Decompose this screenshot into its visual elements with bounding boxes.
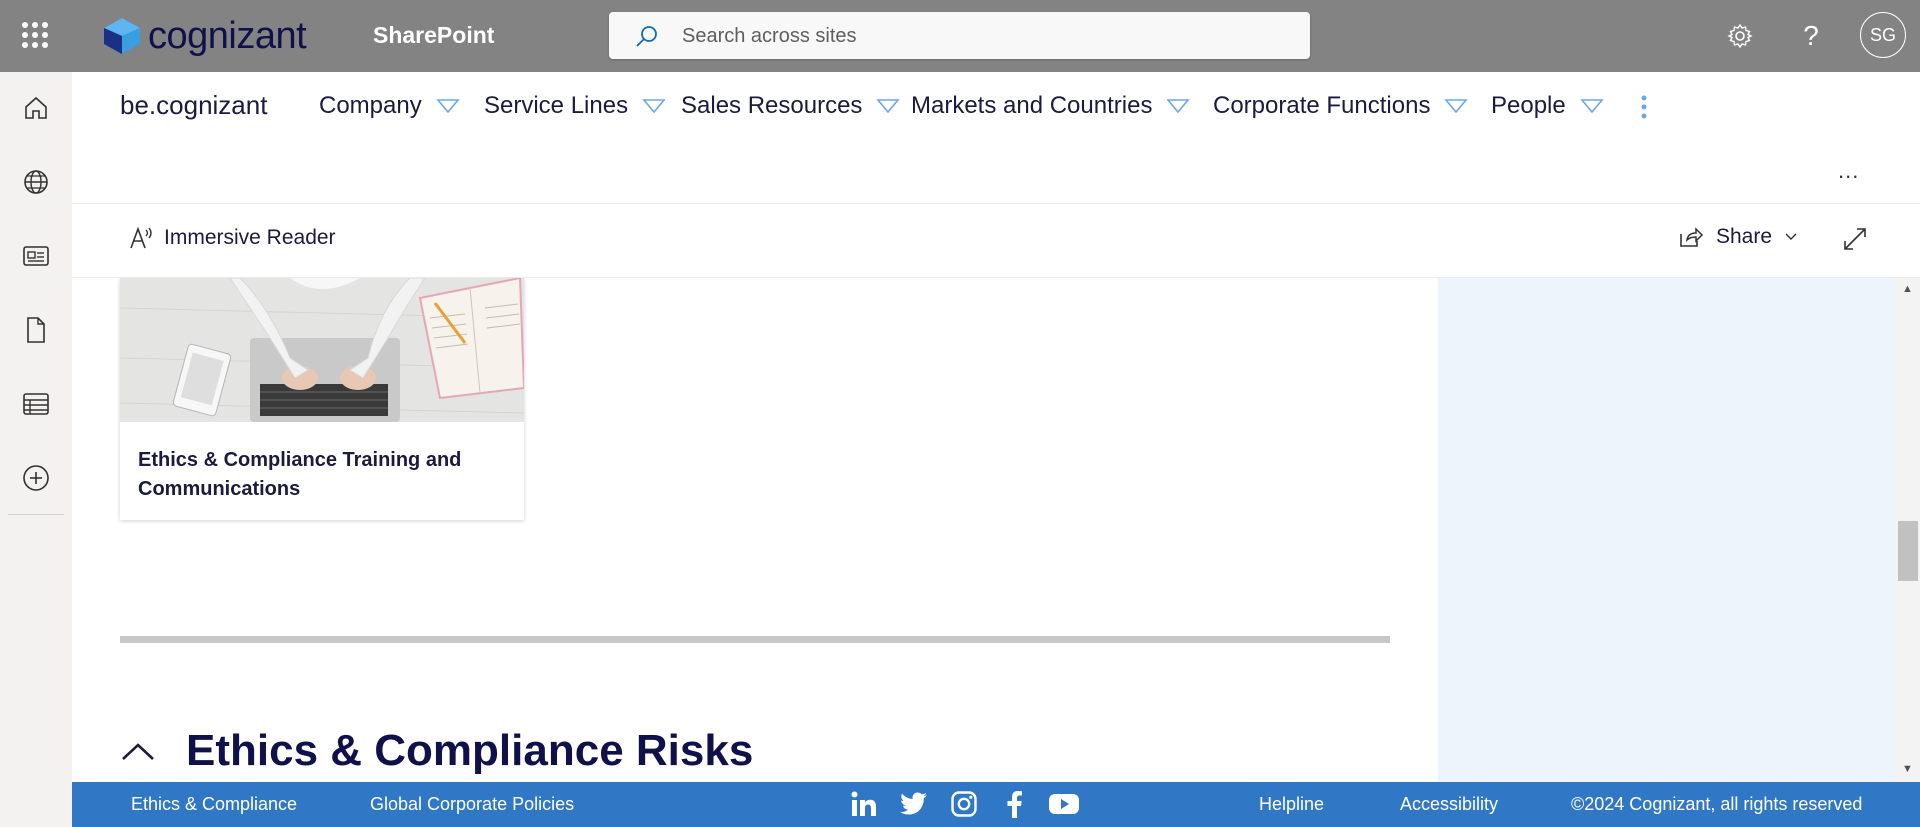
section-divider [120,636,1390,643]
page-canvas: Ethics & Compliance Training and Communi… [72,278,1438,782]
card-title[interactable]: Ethics & Compliance Training and Communi… [138,446,508,504]
more-actions-icon[interactable]: ... [1838,158,1859,184]
avatar[interactable]: SG [1860,12,1906,58]
search-icon [635,24,659,53]
linkedin-icon[interactable] [848,788,880,820]
more-vertical-icon[interactable] [1640,94,1648,125]
triangle-down-icon [1580,99,1604,114]
card-image [120,278,524,422]
app-launcher-icon[interactable] [22,22,48,48]
rail-divider [8,514,64,515]
gear-icon[interactable] [1724,20,1756,52]
cognizant-logo[interactable]: cognizant [100,14,307,58]
right-column [1438,278,1896,782]
file-icon[interactable] [20,314,52,346]
twitter-icon[interactable] [898,788,930,820]
app-title[interactable]: SharePoint [373,22,494,49]
triangle-down-icon [642,99,666,114]
instagram-icon[interactable] [948,788,980,820]
nav-company[interactable]: Company [319,92,460,120]
section-header: Ethics & Compliance Risks [120,726,753,776]
triangle-down-icon [876,99,901,114]
nav-label: Markets and Countries [911,92,1153,119]
nav-label: Corporate Functions [1213,92,1431,119]
share-label: Share [1716,225,1773,248]
footer-link-global-policies[interactable]: Global Corporate Policies [370,794,574,815]
triangle-down-icon [436,99,460,114]
footer: Ethics & Compliance Global Corporate Pol… [72,782,1920,827]
triangle-down-icon [1166,99,1191,114]
site-title[interactable]: be.cognizant [120,90,267,121]
site-header: be.cognizant Company Service Lines Sales… [72,72,1920,204]
chevron-down-icon [1785,233,1797,240]
footer-link-helpline[interactable]: Helpline [1259,794,1324,815]
nav-label: Sales Resources [681,92,863,119]
list-icon[interactable] [20,388,52,420]
news-card[interactable]: Ethics & Compliance Training and Communi… [120,278,524,520]
footer-copyright: ©2024 Cognizant, all rights reserved [1571,794,1863,814]
share-button[interactable]: Share [1678,225,1798,249]
nav-people[interactable]: People [1491,92,1604,120]
facebook-icon[interactable] [998,788,1030,820]
nav-markets-and-countries[interactable]: Markets and Countries [911,92,1191,120]
globe-icon[interactable] [20,166,52,198]
footer-link-accessibility[interactable]: Accessibility [1400,794,1498,815]
share-icon [1680,227,1704,247]
footer-link-ethics-compliance[interactable]: Ethics & Compliance [131,794,297,815]
scroll-down-arrow-icon[interactable]: ▼ [1902,763,1913,775]
search-input[interactable] [680,12,1284,61]
chevron-up-icon[interactable] [120,740,156,762]
section-title: Ethics & Compliance Risks [186,726,754,775]
immersive-reader-label: Immersive Reader [164,226,336,249]
nav-label: People [1491,92,1566,119]
youtube-icon[interactable] [1048,788,1080,820]
brand-name: cognizant [148,14,307,57]
scroll-up-arrow-icon[interactable]: ▲ [1902,283,1913,295]
scrollbar-thumb[interactable] [1898,521,1918,581]
search-box[interactable] [609,12,1310,61]
expand-icon[interactable] [1842,226,1868,257]
social-links [848,788,1080,820]
news-icon[interactable] [20,240,52,272]
nav-corporate-functions[interactable]: Corporate Functions [1213,92,1469,120]
nav-service-lines[interactable]: Service Lines [484,92,666,120]
nav-label: Service Lines [484,92,629,119]
home-icon[interactable] [20,92,52,124]
command-bar: Immersive Reader Share [72,204,1920,278]
nav-sales-resources[interactable]: Sales Resources [681,92,901,120]
add-circle-icon[interactable] [20,462,52,494]
left-app-bar [0,72,73,827]
immersive-reader-button[interactable]: Immersive Reader [128,225,336,251]
immersive-reader-icon [130,226,152,249]
suite-bar: cognizant SharePoint ? SG [0,0,1920,72]
triangle-down-icon [1444,99,1469,114]
help-icon[interactable]: ? [1795,20,1827,52]
cognizant-mark-icon [104,18,140,54]
nav-label: Company [319,92,422,119]
